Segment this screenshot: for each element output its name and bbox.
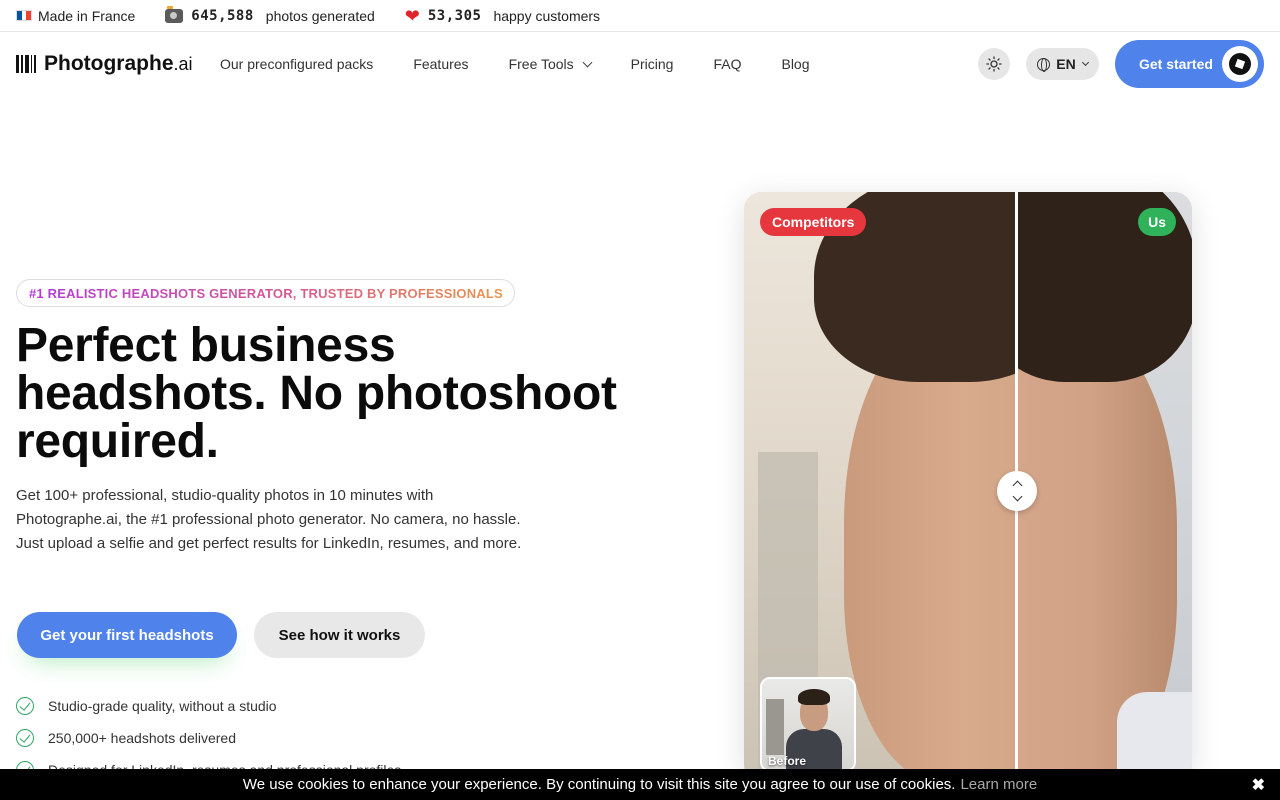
- hero-description: Get 100+ professional, studio-quality ph…: [16, 487, 522, 552]
- chevron-down-icon: [1012, 491, 1022, 502]
- globe-icon: [1037, 57, 1051, 72]
- language-selector[interactable]: EN: [1026, 48, 1099, 80]
- heart-icon: ❤: [404, 5, 420, 26]
- logo[interactable]: Photographe .ai: [16, 52, 193, 76]
- happy-customers-stat: ❤ 53,305 happy customers: [405, 7, 600, 25]
- hero-title: Perfect business headshots. No photoshoo…: [16, 322, 636, 466]
- aperture-icon: [1222, 46, 1258, 82]
- nav-blog[interactable]: Blog: [781, 56, 809, 72]
- sun-icon: [986, 56, 1002, 72]
- nav-features[interactable]: Features: [413, 56, 468, 72]
- main-nav: Our preconfigured packs Features Free To…: [220, 56, 850, 72]
- france-flag-icon: [16, 10, 32, 21]
- before-after-comparison[interactable]: Competitors Us Before: [744, 192, 1192, 782]
- chevron-down-icon: [582, 57, 593, 67]
- hero-badge: #1 REALISTIC HEADSHOTS GENERATOR, TRUSTE…: [16, 279, 515, 307]
- comparison-slider-handle[interactable]: [997, 471, 1037, 511]
- photos-label: photos generated: [265, 7, 375, 24]
- before-label: Before: [768, 754, 807, 768]
- chevron-down-icon: [1081, 58, 1089, 67]
- hero-title-line-2: headshots. No photoshoot: [16, 367, 617, 420]
- photos-generated-stat: 645,588 photos generated: [165, 5, 375, 24]
- see-how-it-works-button[interactable]: See how it works: [254, 612, 425, 658]
- nav-faq[interactable]: FAQ: [713, 56, 741, 72]
- nav-free-tools-label: Free Tools: [508, 56, 574, 72]
- main-header: Photographe .ai Our preconfigured packs F…: [0, 32, 1280, 96]
- camera-icon: [165, 5, 184, 23]
- made-in-label: Made in France: [38, 7, 136, 24]
- hero-title-line-3: required.: [16, 415, 219, 468]
- language-label: EN: [1056, 56, 1076, 72]
- logo-icon: [16, 55, 36, 73]
- hero-badge-text: #1 REALISTIC HEADSHOTS GENERATOR, TRUSTE…: [29, 285, 503, 301]
- close-icon[interactable]: ✖: [1252, 775, 1265, 795]
- top-stats-bar: Made in France 645,588 photos generated …: [0, 0, 1280, 32]
- photos-count: 645,588: [191, 7, 254, 24]
- logo-suffix: .ai: [173, 53, 193, 74]
- check-circle-icon: [16, 697, 34, 715]
- nav-pricing[interactable]: Pricing: [631, 56, 674, 72]
- us-label: Us: [1138, 208, 1176, 236]
- feature-text: Studio-grade quality, without a studio: [48, 698, 277, 714]
- our-photo: [1017, 192, 1192, 782]
- chevron-up-icon: [1012, 480, 1022, 491]
- competitors-label: Competitors: [760, 208, 867, 236]
- nav-free-tools[interactable]: Free Tools: [508, 56, 593, 72]
- before-thumbnail: Before: [760, 677, 856, 772]
- feature-text: 250,000+ headshots delivered: [48, 730, 236, 746]
- hero-title-line-1: Perfect business: [16, 319, 396, 372]
- customers-label: happy customers: [493, 7, 601, 24]
- cookie-learn-more-link[interactable]: Learn more: [960, 776, 1037, 793]
- cookie-text: We use cookies to enhance your experienc…: [242, 776, 956, 793]
- feature-item: 250,000+ headshots delivered: [16, 722, 401, 754]
- get-first-headshots-button[interactable]: Get your first headshots: [17, 612, 237, 658]
- check-circle-icon: [16, 729, 34, 747]
- cookie-banner: We use cookies to enhance your experienc…: [0, 769, 1280, 800]
- get-started-button[interactable]: Get started: [1115, 40, 1264, 88]
- theme-toggle-button[interactable]: [978, 48, 1010, 80]
- get-started-label: Get started: [1139, 56, 1213, 72]
- customers-count: 53,305: [427, 7, 482, 24]
- feature-item: Studio-grade quality, without a studio: [16, 690, 401, 722]
- made-in-france: Made in France: [16, 8, 135, 24]
- nav-preconfigured-packs[interactable]: Our preconfigured packs: [220, 56, 373, 72]
- logo-text: Photographe: [44, 52, 174, 75]
